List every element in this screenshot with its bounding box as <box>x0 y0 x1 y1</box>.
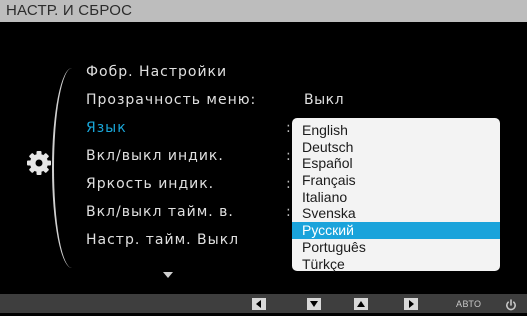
language-option-russian[interactable]: Русский <box>292 222 500 239</box>
menu-item-language[interactable]: Язык : <box>86 114 306 142</box>
menu-item-separator: : <box>286 120 291 136</box>
scroll-down-indicator-icon <box>163 272 173 278</box>
menu-item-menu-transparency[interactable]: Прозрачность меню: <box>86 86 306 114</box>
language-option-english[interactable]: English <box>292 122 500 139</box>
menu-item-indicator-brightness[interactable]: Яркость индик. : <box>86 170 306 198</box>
transparency-value: Выкл <box>304 92 345 108</box>
menu-item-off-timer-toggle[interactable]: Вкл/выкл тайм. в. : <box>86 198 306 226</box>
right-arrow-icon <box>409 300 414 308</box>
menu-item-label: Фобр. Настройки <box>86 64 228 80</box>
gear-icon <box>24 148 54 178</box>
menu-item-label: Язык <box>86 120 127 136</box>
language-option-francais[interactable]: Français <box>292 172 500 189</box>
up-arrow-button[interactable] <box>354 298 368 310</box>
menu-item-separator: : <box>286 148 291 164</box>
enter-button[interactable] <box>404 298 418 310</box>
language-dropdown[interactable]: English Deutsch Español Français Italian… <box>292 118 500 273</box>
menu-item-separator: : <box>250 92 257 108</box>
menu-item-separator: : <box>286 204 291 220</box>
auto-button[interactable]: АВТО <box>456 299 482 309</box>
left-arrow-icon <box>256 300 261 308</box>
menu-item-label: Вкл/выкл индик. <box>86 148 224 164</box>
settings-menu: Фобр. Настройки Прозрачность меню: Язык … <box>86 58 306 254</box>
up-arrow-icon <box>357 301 365 307</box>
down-arrow-button[interactable] <box>307 298 321 310</box>
language-option-italiano[interactable]: Italiano <box>292 189 500 206</box>
language-option-turkce[interactable]: Türkçe <box>292 256 500 273</box>
left-arrow-button[interactable] <box>252 298 266 310</box>
menu-title: НАСТР. И СБРОС <box>6 2 133 19</box>
menu-item-separator: : <box>286 176 291 192</box>
language-option-deutsch[interactable]: Deutsch <box>292 139 500 156</box>
menu-item-label: Прозрачность меню <box>86 92 251 108</box>
menu-item-label: Вкл/выкл тайм. в. <box>86 204 234 220</box>
menu-item-reset[interactable]: Фобр. Настройки <box>86 58 306 86</box>
menu-item-indicator-toggle[interactable]: Вкл/выкл индик. : <box>86 142 306 170</box>
power-icon[interactable] <box>504 297 518 311</box>
language-option-espanol[interactable]: Español <box>292 155 500 172</box>
language-option-portugues[interactable]: Português <box>292 239 500 256</box>
menu-item-label: Настр. тайм. Выкл <box>86 232 240 248</box>
down-arrow-icon <box>310 301 318 307</box>
menu-item-off-timer-setup[interactable]: Настр. тайм. Выкл <box>86 226 306 254</box>
menu-title-bar: НАСТР. И СБРОС <box>0 0 527 22</box>
language-option-svenska[interactable]: Svenska <box>292 205 500 222</box>
menu-item-label: Яркость индик. <box>86 176 215 192</box>
